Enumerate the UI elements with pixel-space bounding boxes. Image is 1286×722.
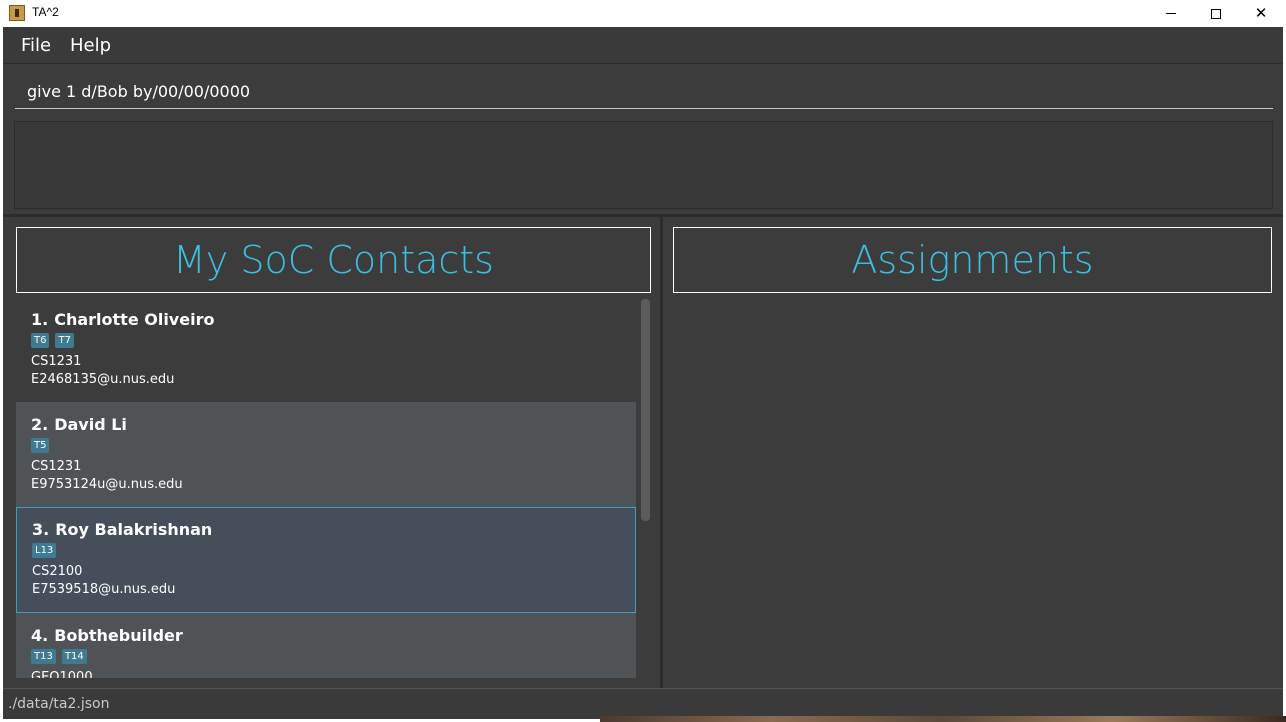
app-icon xyxy=(9,5,25,21)
contact-card-selected[interactable]: 3. Roy Balakrishnan L13 CS2100 E7539518@u… xyxy=(16,507,636,613)
minimize-button[interactable] xyxy=(1148,0,1194,27)
contact-index: 2. xyxy=(31,415,49,434)
contact-card[interactable]: 4. Bobthebuilder T13 T14 GEO1000 xyxy=(16,613,636,678)
contact-list[interactable]: 1. Charlotte Oliveiro T6 T7 CS1231 E24681… xyxy=(16,297,636,678)
command-box xyxy=(3,65,1283,115)
tag-badge: T5 xyxy=(31,438,50,453)
contact-module: CS2100 xyxy=(32,564,83,579)
tag-badge: L13 xyxy=(32,543,57,558)
contacts-panel: My SoC Contacts 1. Charlotte Oliveiro T6 … xyxy=(3,217,660,688)
minimize-icon xyxy=(1166,13,1176,14)
data-file-path: ./data/ta2.json xyxy=(8,696,110,712)
contact-name-row: 1. Charlotte Oliveiro xyxy=(31,310,636,330)
contact-module: CS1231 xyxy=(31,354,82,369)
close-icon: ✕ xyxy=(1254,4,1268,22)
contact-name-row: 2. David Li xyxy=(31,415,636,435)
contacts-title: My SoC Contacts xyxy=(16,227,651,293)
menu-bar: File Help xyxy=(3,27,1283,64)
status-bar: ./data/ta2.json xyxy=(3,688,1283,719)
command-input[interactable] xyxy=(15,75,1273,109)
contact-email: E2468135@u.nus.edu xyxy=(31,372,175,387)
contact-index: 3. xyxy=(32,520,50,539)
desktop-background xyxy=(600,716,1286,722)
contact-card[interactable]: 2. David Li T5 CS1231 E9753124u@u.nus.edu xyxy=(16,402,636,508)
menu-file[interactable]: File xyxy=(21,35,51,56)
tag-badge: T13 xyxy=(31,649,56,664)
contact-name: Bobthebuilder xyxy=(54,626,183,645)
contact-email: E9753124u@u.nus.edu xyxy=(31,477,183,492)
contact-name-row: 3. Roy Balakrishnan xyxy=(32,520,635,540)
title-bar: TA^2 ✕ xyxy=(0,0,1286,27)
contact-email: E7539518@u.nus.edu xyxy=(32,582,176,597)
tag-badge: T7 xyxy=(55,333,74,348)
contact-index: 4. xyxy=(31,626,49,645)
tag-badge: T14 xyxy=(61,649,87,664)
close-button[interactable]: ✕ xyxy=(1238,0,1284,27)
assignments-panel: Assignments xyxy=(663,217,1283,688)
contact-tags: L13 xyxy=(32,543,635,563)
contact-index: 1. xyxy=(31,310,49,329)
window-title: TA^2 xyxy=(32,5,59,19)
contact-name: Roy Balakrishnan xyxy=(55,520,213,539)
scrollbar-thumb[interactable] xyxy=(641,299,650,521)
contact-module: CS1231 xyxy=(31,459,82,474)
result-display xyxy=(14,121,1273,209)
contact-tags: T6 T7 xyxy=(31,333,636,353)
contact-tags: T13 T14 xyxy=(31,649,636,669)
tag-badge: T6 xyxy=(31,333,50,348)
maximize-button[interactable] xyxy=(1193,0,1239,27)
contact-name: Charlotte Oliveiro xyxy=(54,310,215,329)
maximize-icon xyxy=(1211,8,1221,19)
contact-module: GEO1000 xyxy=(31,670,93,678)
app-window: File Help My SoC Contacts 1. Charlotte Ol… xyxy=(3,27,1283,719)
contact-tags: T5 xyxy=(31,438,636,458)
contact-name-row: 4. Bobthebuilder xyxy=(31,626,636,646)
contact-card[interactable]: 1. Charlotte Oliveiro T6 T7 CS1231 E24681… xyxy=(16,297,636,403)
menu-help[interactable]: Help xyxy=(70,35,111,56)
contact-name: David Li xyxy=(54,415,127,434)
assignments-title: Assignments xyxy=(673,227,1272,293)
